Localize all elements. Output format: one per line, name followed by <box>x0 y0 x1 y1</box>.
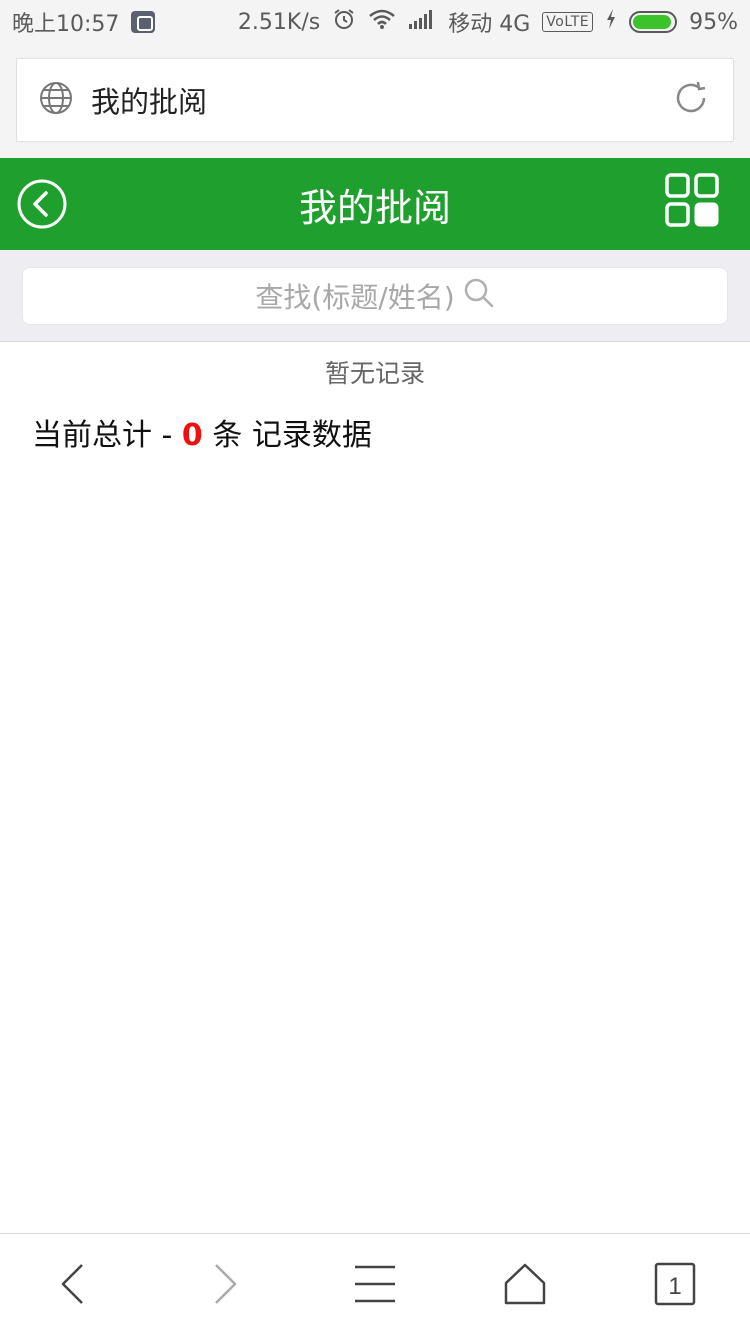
page: 晚上10:57 2.51K/s 移动 4G VoLTE 95% 我的批阅 我的批… <box>0 0 750 1333</box>
volte-badge: VoLTE <box>542 12 594 32</box>
tabs-icon[interactable]: 1 <box>650 1259 700 1309</box>
empty-message: 暂无记录 <box>324 359 425 388</box>
back-circle-icon[interactable] <box>16 178 68 230</box>
bottom-toolbar: 1 <box>0 1233 750 1333</box>
globe-icon <box>39 81 73 119</box>
search-placeholder: 查找(标题/姓名) <box>255 281 455 314</box>
battery-icon <box>629 11 678 33</box>
page-title: 我的批阅 <box>298 185 451 230</box>
back-arrow-icon[interactable] <box>48 1259 98 1309</box>
total-prefix: 当前总计 - <box>32 418 182 453</box>
grid-menu-icon[interactable] <box>664 172 720 228</box>
total-count: 0 <box>181 418 203 453</box>
tab-count: 1 <box>668 1273 681 1300</box>
wifi-icon <box>368 8 396 36</box>
search-input[interactable]: 查找(标题/姓名) <box>22 267 728 325</box>
carrier-label: 移动 4G <box>448 12 531 37</box>
browser-address-area: 我的批阅 <box>0 44 750 158</box>
charging-icon <box>605 8 617 36</box>
signal-icon <box>408 9 436 35</box>
home-icon[interactable] <box>500 1259 550 1309</box>
menu-icon[interactable] <box>350 1259 400 1309</box>
app-notification-icon <box>131 11 156 33</box>
reload-icon[interactable] <box>671 78 711 122</box>
total-suffix: 条 记录数据 <box>202 418 372 453</box>
battery-percent: 95% <box>689 9 738 35</box>
search-icon[interactable] <box>463 277 495 316</box>
page-header: 我的批阅 <box>0 158 750 250</box>
status-bar: 晚上10:57 2.51K/s 移动 4G VoLTE 95% <box>0 0 750 44</box>
total-count-line: 当前总计 - 0 条 记录数据 <box>32 410 372 454</box>
forward-arrow-icon[interactable] <box>200 1259 250 1309</box>
status-time: 晚上10:57 <box>12 12 120 37</box>
address-title: 我的批阅 <box>91 85 208 119</box>
alarm-icon <box>332 7 356 37</box>
search-area: 查找(标题/姓名) <box>0 250 750 342</box>
address-bar[interactable]: 我的批阅 <box>16 58 734 142</box>
network-speed: 2.51K/s <box>237 9 321 35</box>
